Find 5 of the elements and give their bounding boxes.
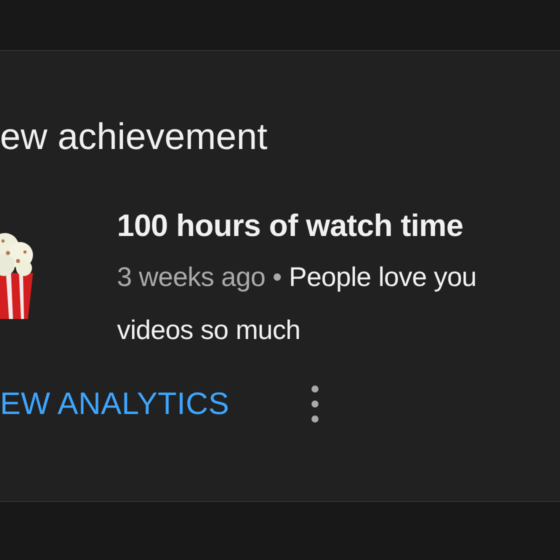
- card-heading: ew achievement: [0, 115, 268, 159]
- achievement-description: 3 weeks ago • People love you videos so much: [117, 260, 478, 347]
- more-options-icon[interactable]: [311, 384, 320, 423]
- achievement-title: 100 hours of watch time: [117, 207, 464, 245]
- view-analytics-link[interactable]: EW ANALYTICS: [0, 386, 230, 422]
